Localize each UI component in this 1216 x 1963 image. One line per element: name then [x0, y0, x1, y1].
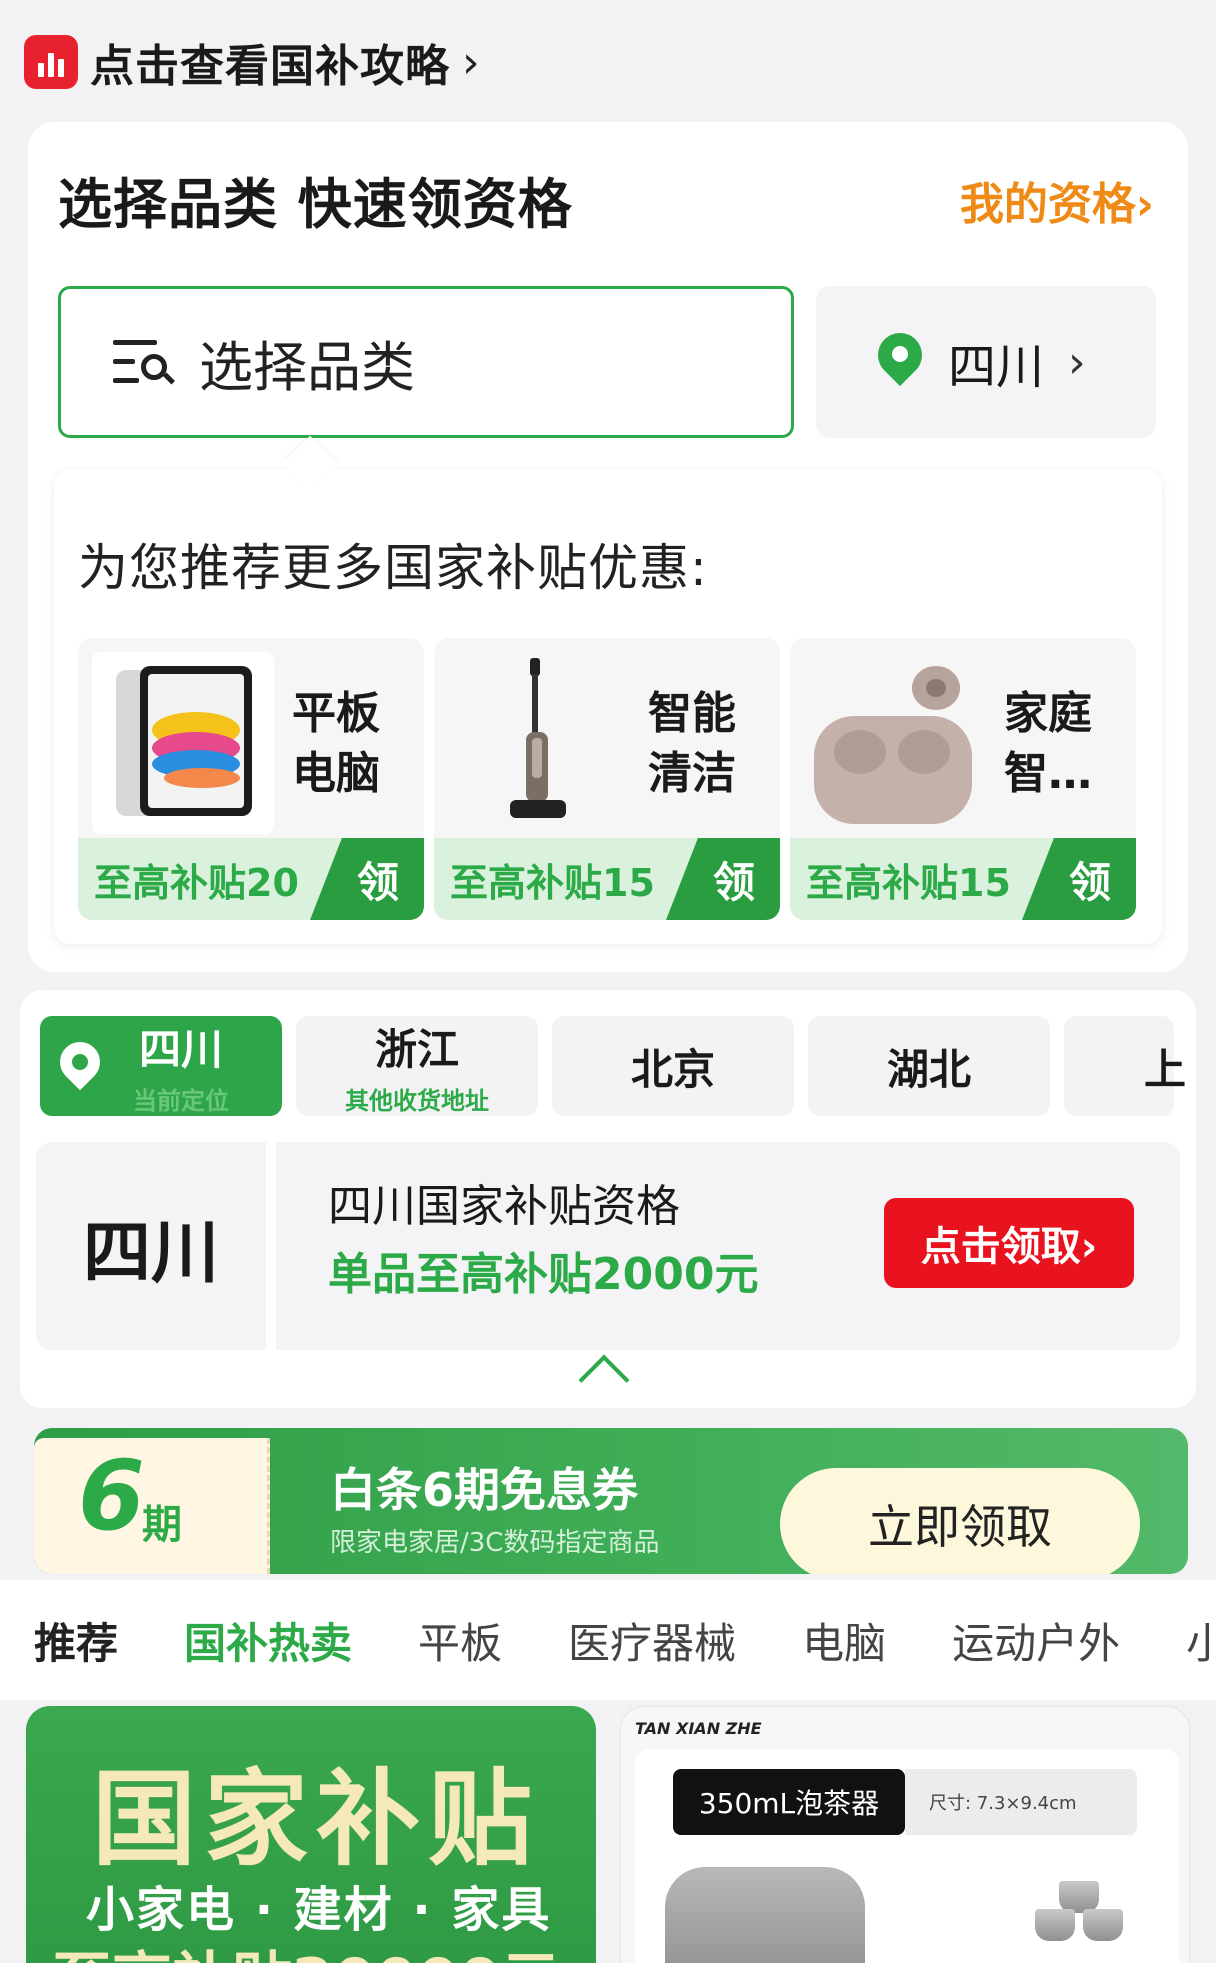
location-name: 四川 — [948, 339, 1045, 395]
tile-name: 智能清洁 — [648, 688, 736, 799]
province-tab-name: 上 — [1144, 1044, 1187, 1094]
recommend-panel: 为您推荐更多国家补贴优惠: 平板电脑 至高补贴20 领 智能清洁 至高补贴15 … — [54, 470, 1162, 944]
teapot-product-card[interactable]: TAN XIAN ZHE 350mL泡茶器 尺寸: 7.3×9.4cm — [620, 1706, 1190, 1963]
promo-title: 国家补贴 — [92, 1758, 541, 1880]
claim-button[interactable]: 领 — [666, 838, 780, 920]
chevron-up-icon[interactable] — [578, 1354, 630, 1406]
province-qualification: 四川 四川国家补贴资格 单品至高补贴2000元 点击领取› — [36, 1142, 1180, 1350]
recommend-tile-cleaning[interactable]: 智能清洁 至高补贴15 领 — [434, 638, 780, 920]
province-tab-sub: 当前定位 — [133, 1087, 229, 1115]
tab-medical[interactable]: 医疗器械 — [568, 1610, 736, 1671]
tile-subsidy-text: 至高补贴15 — [806, 861, 1011, 905]
province-tab-hubei[interactable]: 湖北 — [808, 1016, 1050, 1116]
tile-subsidy-bar: 至高补贴20 领 — [78, 838, 424, 920]
tab-recommend[interactable]: 推荐 — [34, 1610, 118, 1671]
tile-name: 家庭智… — [1004, 688, 1092, 799]
banner-subtitle: 限家电家居/3C数码指定商品 — [330, 1528, 660, 1558]
cup-image — [1035, 1909, 1075, 1941]
province-tab-beijing[interactable]: 北京 — [552, 1016, 794, 1116]
card-title: 选择品类 快速领资格 — [58, 173, 573, 236]
tab-tablet[interactable]: 平板 — [418, 1610, 502, 1671]
province-tab-name: 湖北 — [886, 1044, 971, 1094]
location-selector[interactable]: 四川 › — [816, 286, 1156, 438]
province-tabs: 四川 当前定位 浙江 其他收货地址 北京 湖北 上 — [40, 1016, 1200, 1116]
tab-outdoor[interactable]: 运动户外 — [952, 1610, 1120, 1671]
product-size: 尺寸: 7.3×9.4cm — [905, 1769, 1137, 1835]
claim-button[interactable]: 领 — [310, 838, 424, 920]
province-tab-name: 浙江 — [374, 1025, 459, 1074]
tile-subsidy-text: 至高补贴20 — [94, 861, 299, 905]
banner-title: 白条6期免息券 — [330, 1463, 639, 1517]
guide-text: 点击查看国补攻略 — [90, 41, 450, 92]
location-pin-icon — [868, 323, 932, 391]
province-tab-name: 四川 — [138, 1025, 223, 1074]
my-qualification-link[interactable]: 我的资格› — [960, 168, 1154, 232]
earbuds-image — [804, 652, 986, 834]
product-feed: 国家补贴 小家电 · 建材 · 家具 至高补贴20000元 TAN XIAN Z… — [0, 1700, 1216, 1963]
chevron-right-icon: › — [1068, 336, 1086, 388]
installment-number: 6 — [78, 1440, 145, 1552]
province-tab-zhejiang[interactable]: 浙江 其他收货地址 — [296, 1016, 538, 1116]
brand-name: TAN XIAN ZHE — [635, 1719, 762, 1738]
tablet-image — [92, 652, 274, 834]
promo-subtitle: 小家电 · 建材 · 家具 — [86, 1882, 552, 1938]
province-tab-shanghai[interactable]: 上 — [1064, 1016, 1186, 1116]
subsidy-promo-card[interactable]: 国家补贴 小家电 · 建材 · 家具 至高补贴20000元 — [26, 1706, 596, 1963]
recommend-title: 为您推荐更多国家补贴优惠: — [78, 539, 708, 597]
category-tabs: 推荐 国补热卖 平板 医疗器械 电脑 运动户外 小 — [0, 1580, 1216, 1700]
recommend-tile-tablet[interactable]: 平板电脑 至高补贴20 领 — [78, 638, 424, 920]
tile-subsidy-text: 至高补贴15 — [450, 861, 655, 905]
search-placeholder: 选择品类 — [199, 335, 415, 399]
tab-more[interactable]: 小 — [1186, 1610, 1216, 1671]
province-tab-sub: 其他收货地址 — [345, 1087, 489, 1115]
qualification-card: 选择品类 快速领资格 我的资格› 选择品类 四川 › 为您推荐更多国家补贴优惠: — [28, 122, 1188, 972]
province-card: 四川 当前定位 浙江 其他收货地址 北京 湖北 上 四川 四川国家补贴资格 单品… — [20, 990, 1196, 1408]
tab-subsidy-hot[interactable]: 国补热卖 — [184, 1610, 352, 1671]
province-tab-name: 北京 — [630, 1044, 715, 1094]
tile-name: 平板电脑 — [292, 688, 380, 799]
claim-now-button[interactable]: 点击领取› — [884, 1198, 1134, 1288]
claim-coupon-button[interactable]: 立即领取 — [780, 1468, 1140, 1574]
category-search-icon — [113, 332, 177, 392]
baitiao-coupon-banner[interactable]: 6 期 白条6期免息券 限家电家居/3C数码指定商品 立即领取 — [34, 1428, 1188, 1574]
province-tab-sichuan[interactable]: 四川 当前定位 — [40, 1016, 282, 1116]
location-pin-icon — [51, 1033, 109, 1094]
chevron-right-icon: › — [462, 36, 480, 88]
tile-subsidy-bar: 至高补贴15 领 — [790, 838, 1136, 920]
subsidy-guide-link[interactable]: 点击查看国补攻略 › — [24, 30, 480, 94]
promo-amount: 至高补贴20000元 — [52, 1932, 561, 1963]
recommend-tile-smarthome[interactable]: 家庭智… 至高补贴15 领 — [790, 638, 1136, 920]
subsidy-amount: 单品至高补贴2000元 — [328, 1249, 759, 1300]
cup-image — [1083, 1909, 1123, 1941]
vacuum-image — [448, 652, 630, 834]
current-province: 四川 — [36, 1142, 266, 1350]
category-search-input[interactable]: 选择品类 — [58, 286, 794, 438]
teapot-image — [665, 1867, 865, 1963]
qualification-label: 四川国家补贴资格 — [328, 1181, 680, 1232]
tab-computer[interactable]: 电脑 — [802, 1610, 886, 1671]
product-tag: 350mL泡茶器 — [673, 1769, 905, 1835]
chart-logo-icon — [24, 35, 78, 89]
claim-button[interactable]: 领 — [1022, 838, 1136, 920]
tile-subsidy-bar: 至高补贴15 领 — [434, 838, 780, 920]
installment-unit: 期 — [142, 1502, 182, 1548]
